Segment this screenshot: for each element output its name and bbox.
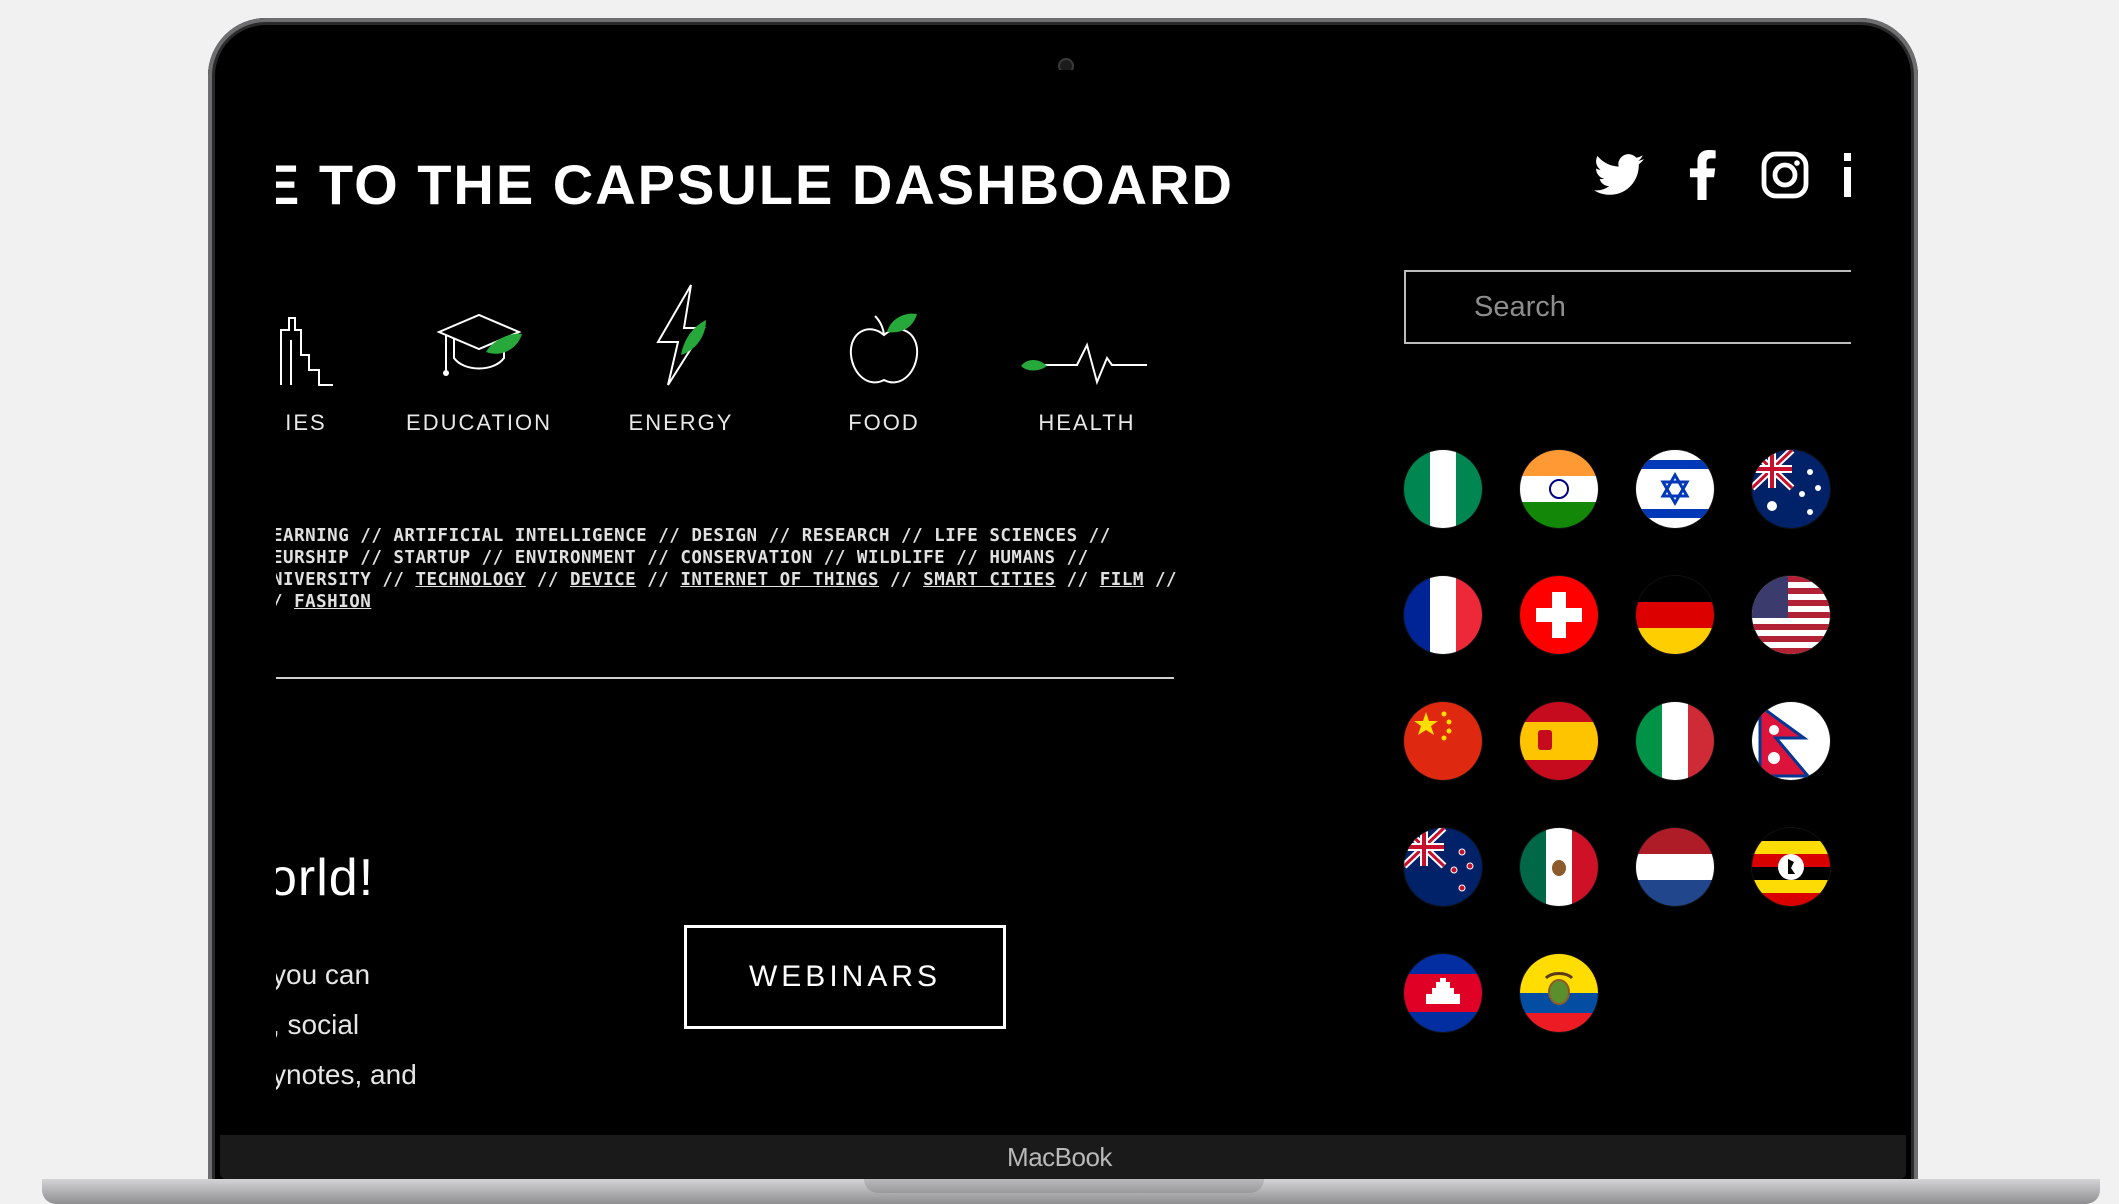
flag-uganda[interactable] <box>1752 828 1830 906</box>
tags-separator: // <box>636 570 681 590</box>
flag-israel[interactable] <box>1636 450 1714 528</box>
tag-link-internet-of-things[interactable]: INTERNET OF THINGS <box>680 570 879 590</box>
tags-text: / <box>276 592 294 612</box>
category-label: EDUCATION <box>406 410 552 435</box>
category-food[interactable]: FOOD <box>804 280 964 436</box>
category-label: IES <box>285 410 327 435</box>
topic-tags: EARNING // ARTIFICIAL INTELLIGENCE // DE… <box>276 525 1192 613</box>
flag-nepal[interactable] <box>1752 702 1830 780</box>
hero-body-line: you can <box>276 959 371 990</box>
flag-germany[interactable] <box>1636 576 1714 654</box>
tags-separator: // <box>879 570 924 590</box>
flag-mexico[interactable] <box>1520 828 1598 906</box>
flag-australia[interactable] <box>1752 450 1830 528</box>
social-links <box>1594 150 1851 200</box>
hero-body-line: ynotes, and <box>276 1059 417 1090</box>
category-energy[interactable]: ENERGY <box>601 280 761 436</box>
category-row: IES EDUCATION ENERGY FOOD HEALTH <box>276 280 1176 440</box>
tags-line: EARNING // ARTIFICIAL INTELLIGENCE // DE… <box>276 526 1111 546</box>
tag-link-fashion[interactable]: FASHION <box>294 592 371 612</box>
category-label: HEALTH <box>1038 410 1136 435</box>
flag-switzerland[interactable] <box>1520 576 1598 654</box>
flag-france[interactable] <box>1404 576 1482 654</box>
graduation-cap-icon <box>399 280 559 390</box>
webinars-button[interactable]: WEBINARS <box>684 925 1006 1029</box>
tags-line: EURSHIP // STARTUP // ENVIRONMENT // CON… <box>276 548 1089 568</box>
category-label: ENERGY <box>628 410 734 435</box>
search-input[interactable] <box>1404 270 1851 344</box>
flag-italy[interactable] <box>1636 702 1714 780</box>
tags-line: NIVERSITY // TECHNOLOGY // DEVICE // INT… <box>276 569 1192 591</box>
flag-cambodia[interactable] <box>1404 954 1482 1032</box>
flag-nigeria[interactable] <box>1404 450 1482 528</box>
tag-link-film[interactable]: FILM <box>1100 570 1144 590</box>
laptop-notch <box>864 1179 1264 1193</box>
tag-link-smart-cities[interactable]: SMART CITIES <box>923 570 1055 590</box>
tags-separator: // <box>1143 570 1178 590</box>
flag-china[interactable] <box>1404 702 1482 780</box>
cities-icon <box>276 280 386 390</box>
macbook-label: MacBook <box>1007 1142 1112 1172</box>
linkedin-icon[interactable] <box>1843 150 1851 200</box>
tags-separator: // <box>1055 570 1100 590</box>
flag-ecuador[interactable] <box>1520 954 1598 1032</box>
tags-line: / FASHION <box>276 591 1192 613</box>
hero-heading: orld! <box>276 849 375 907</box>
apple-icon <box>804 280 964 390</box>
tag-link-device[interactable]: DEVICE <box>570 570 636 590</box>
flag-new-zealand[interactable] <box>1404 828 1482 906</box>
category-cities[interactable]: IES <box>276 280 386 436</box>
tag-link-technology[interactable]: TECHNOLOGY <box>415 570 525 590</box>
hero-body-line: , social <box>276 1009 360 1040</box>
instagram-icon[interactable] <box>1760 150 1810 200</box>
category-education[interactable]: EDUCATION <box>399 280 559 436</box>
tags-separator: // <box>525 570 570 590</box>
facebook-icon[interactable] <box>1677 150 1727 200</box>
category-label: FOOD <box>848 410 920 435</box>
flag-netherlands[interactable] <box>1636 828 1714 906</box>
heartbeat-icon <box>1007 280 1167 390</box>
screen: E TO THE CAPSULE DASHBOARD IES EDUCATION <box>276 70 1851 1135</box>
lightning-icon <box>601 280 761 390</box>
twitter-icon[interactable] <box>1594 150 1644 200</box>
flag-usa[interactable] <box>1752 576 1830 654</box>
category-health[interactable]: HEALTH <box>1007 280 1167 436</box>
flag-spain[interactable] <box>1520 702 1598 780</box>
flag-india[interactable] <box>1520 450 1598 528</box>
divider <box>276 677 1174 679</box>
hero-body: you can , social ynotes, and <box>276 950 417 1100</box>
tags-text: NIVERSITY // <box>276 570 416 590</box>
page-title: E TO THE CAPSULE DASHBOARD <box>276 153 1234 216</box>
